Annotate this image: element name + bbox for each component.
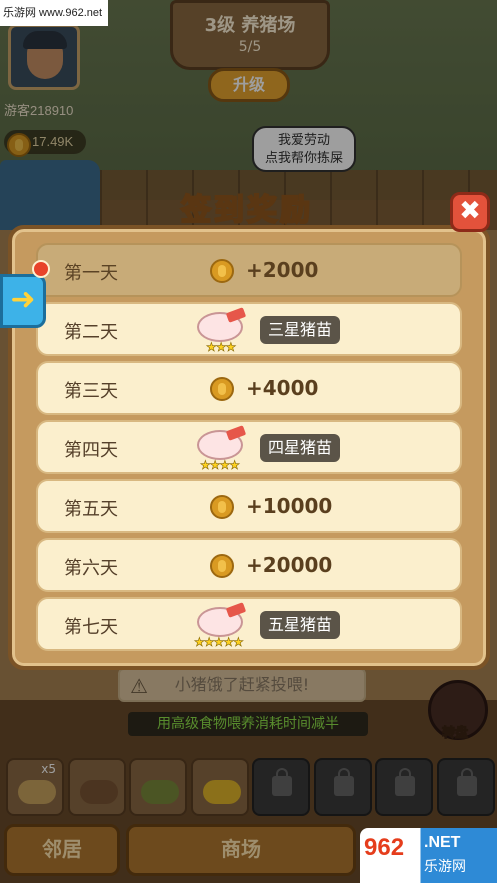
arrow-right-icon[interactable]: ➜: [0, 274, 46, 328]
logo-name: 乐游网: [424, 859, 466, 875]
star-rating-icon: ★★★★: [200, 458, 241, 473]
logo-domain: .NET: [424, 834, 461, 851]
reward-amount: +10000: [246, 494, 333, 518]
reward-row-day-2[interactable]: 第二天 ★★★ 三星猪苗: [36, 302, 462, 356]
reward-amount: +20000: [246, 553, 333, 577]
coin-icon: [210, 554, 234, 578]
reward-piglet-label: 五星猪苗: [260, 611, 341, 639]
piglet-icon: [193, 304, 251, 344]
site-watermark: 乐游网 www.962.net: [0, 0, 108, 26]
day-label: 第五天: [64, 499, 118, 520]
day-label: 第六天: [64, 558, 118, 579]
day-label: 第三天: [64, 381, 118, 402]
day-label: 第二天: [64, 322, 118, 343]
site-logo-badge: 962 .NET 乐游网: [360, 828, 497, 883]
star-rating-icon: ★★★★★: [194, 635, 244, 650]
coin-icon: [210, 495, 234, 519]
day-label: 第四天: [64, 440, 118, 461]
reward-row-day-6[interactable]: 第六天 +20000: [36, 538, 462, 592]
reward-piglet-label: 四星猪苗: [260, 434, 341, 462]
modal-title: 签到奖励: [180, 192, 313, 229]
star-rating-icon: ★★★: [206, 340, 237, 355]
reward-row-day-1[interactable]: 第一天 +2000: [36, 243, 462, 297]
close-icon[interactable]: ✖: [450, 192, 490, 232]
reward-row-day-5[interactable]: 第五天 +10000: [36, 479, 462, 533]
reward-amount: +2000: [246, 258, 319, 282]
day-label: 第一天: [64, 263, 118, 284]
coin-icon: [210, 259, 234, 283]
reward-piglet-label: 三星猪苗: [260, 316, 341, 344]
piglet-icon: [193, 599, 251, 639]
day-label: 第七天: [64, 617, 118, 638]
logo-number: 962: [364, 834, 405, 861]
reward-amount: +4000: [246, 376, 319, 400]
coin-icon: [210, 377, 234, 401]
piglet-icon: [193, 422, 251, 462]
notification-dot: [32, 260, 50, 278]
reward-row-day-3[interactable]: 第三天 +4000: [36, 361, 462, 415]
reward-row-day-4[interactable]: 第四天 ★★★★ 四星猪苗: [36, 420, 462, 474]
reward-row-day-7[interactable]: 第七天 ★★★★★ 五星猪苗: [36, 597, 462, 651]
